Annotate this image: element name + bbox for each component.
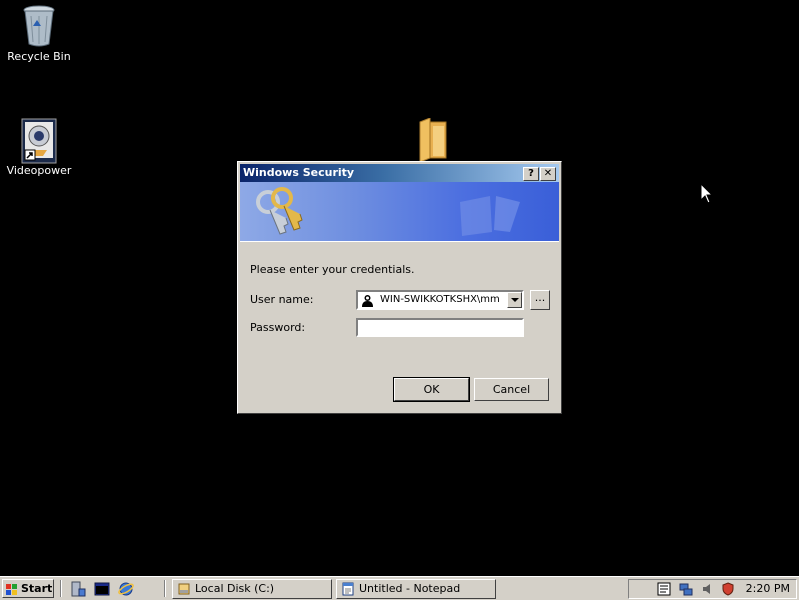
system-tray: 2:20 PM [628, 579, 797, 599]
browse-users-button[interactable]: ... [530, 290, 550, 310]
language-icon[interactable] [657, 582, 671, 596]
command-prompt-icon[interactable] [94, 581, 110, 597]
username-combobox[interactable]: WIN-SWIKKOTKSHX\mm [356, 290, 524, 310]
user-icon [361, 294, 374, 307]
task-label: Untitled - Notepad [359, 582, 461, 595]
internet-explorer-icon[interactable] [118, 581, 134, 597]
start-button[interactable]: Start [2, 579, 54, 598]
task-local-disk[interactable]: Local Disk (C:) [172, 579, 332, 599]
task-label: Local Disk (C:) [195, 582, 275, 595]
taskbar: Start Local Disk (C:) Untitled - Notepad [0, 576, 799, 600]
recycle-bin-icon [21, 4, 57, 47]
desktop-icon-recycle-bin[interactable]: Recycle Bin [4, 4, 74, 63]
username-dropdown-button[interactable] [507, 292, 522, 308]
username-value: WIN-SWIKKOTKSHX\mm [380, 294, 500, 305]
credentials-prompt: Please enter your credentials. [250, 263, 415, 276]
desktop-icon-label: Recycle Bin [7, 50, 71, 63]
security-shield-icon[interactable] [721, 582, 735, 596]
dialog-banner [240, 182, 559, 242]
drive-icon [177, 582, 191, 596]
network-icon[interactable] [679, 582, 693, 596]
start-label: Start [21, 582, 53, 595]
desktop-icon-videopower[interactable]: Videopower [4, 118, 74, 177]
desktop-icon-label: Videopower [6, 164, 72, 177]
webcam-shortcut-icon [21, 118, 57, 164]
folder-icon [416, 117, 450, 163]
volume-icon[interactable] [701, 582, 715, 596]
mouse-cursor-icon [700, 182, 714, 205]
close-button[interactable]: ✕ [540, 167, 556, 181]
dialog-title: Windows Security [243, 166, 355, 179]
help-button[interactable]: ? [523, 167, 539, 181]
keys-icon [256, 187, 303, 235]
password-label: Password: [250, 321, 306, 334]
password-input[interactable] [356, 318, 524, 337]
cancel-button[interactable]: Cancel [474, 378, 549, 401]
taskbar-separator [60, 580, 62, 597]
ok-button[interactable]: OK [393, 377, 470, 402]
windows-security-dialog: Windows Security ? ✕ Please enter your c… [237, 161, 562, 414]
windows-logo-icon [6, 583, 18, 595]
notepad-icon [341, 582, 355, 596]
dialog-titlebar[interactable]: Windows Security ? ✕ [240, 164, 559, 182]
task-notepad[interactable]: Untitled - Notepad [336, 579, 496, 599]
taskbar-separator [164, 580, 166, 597]
username-label: User name: [250, 293, 314, 306]
clock: 2:20 PM [745, 582, 790, 595]
server-manager-icon[interactable] [70, 581, 86, 597]
